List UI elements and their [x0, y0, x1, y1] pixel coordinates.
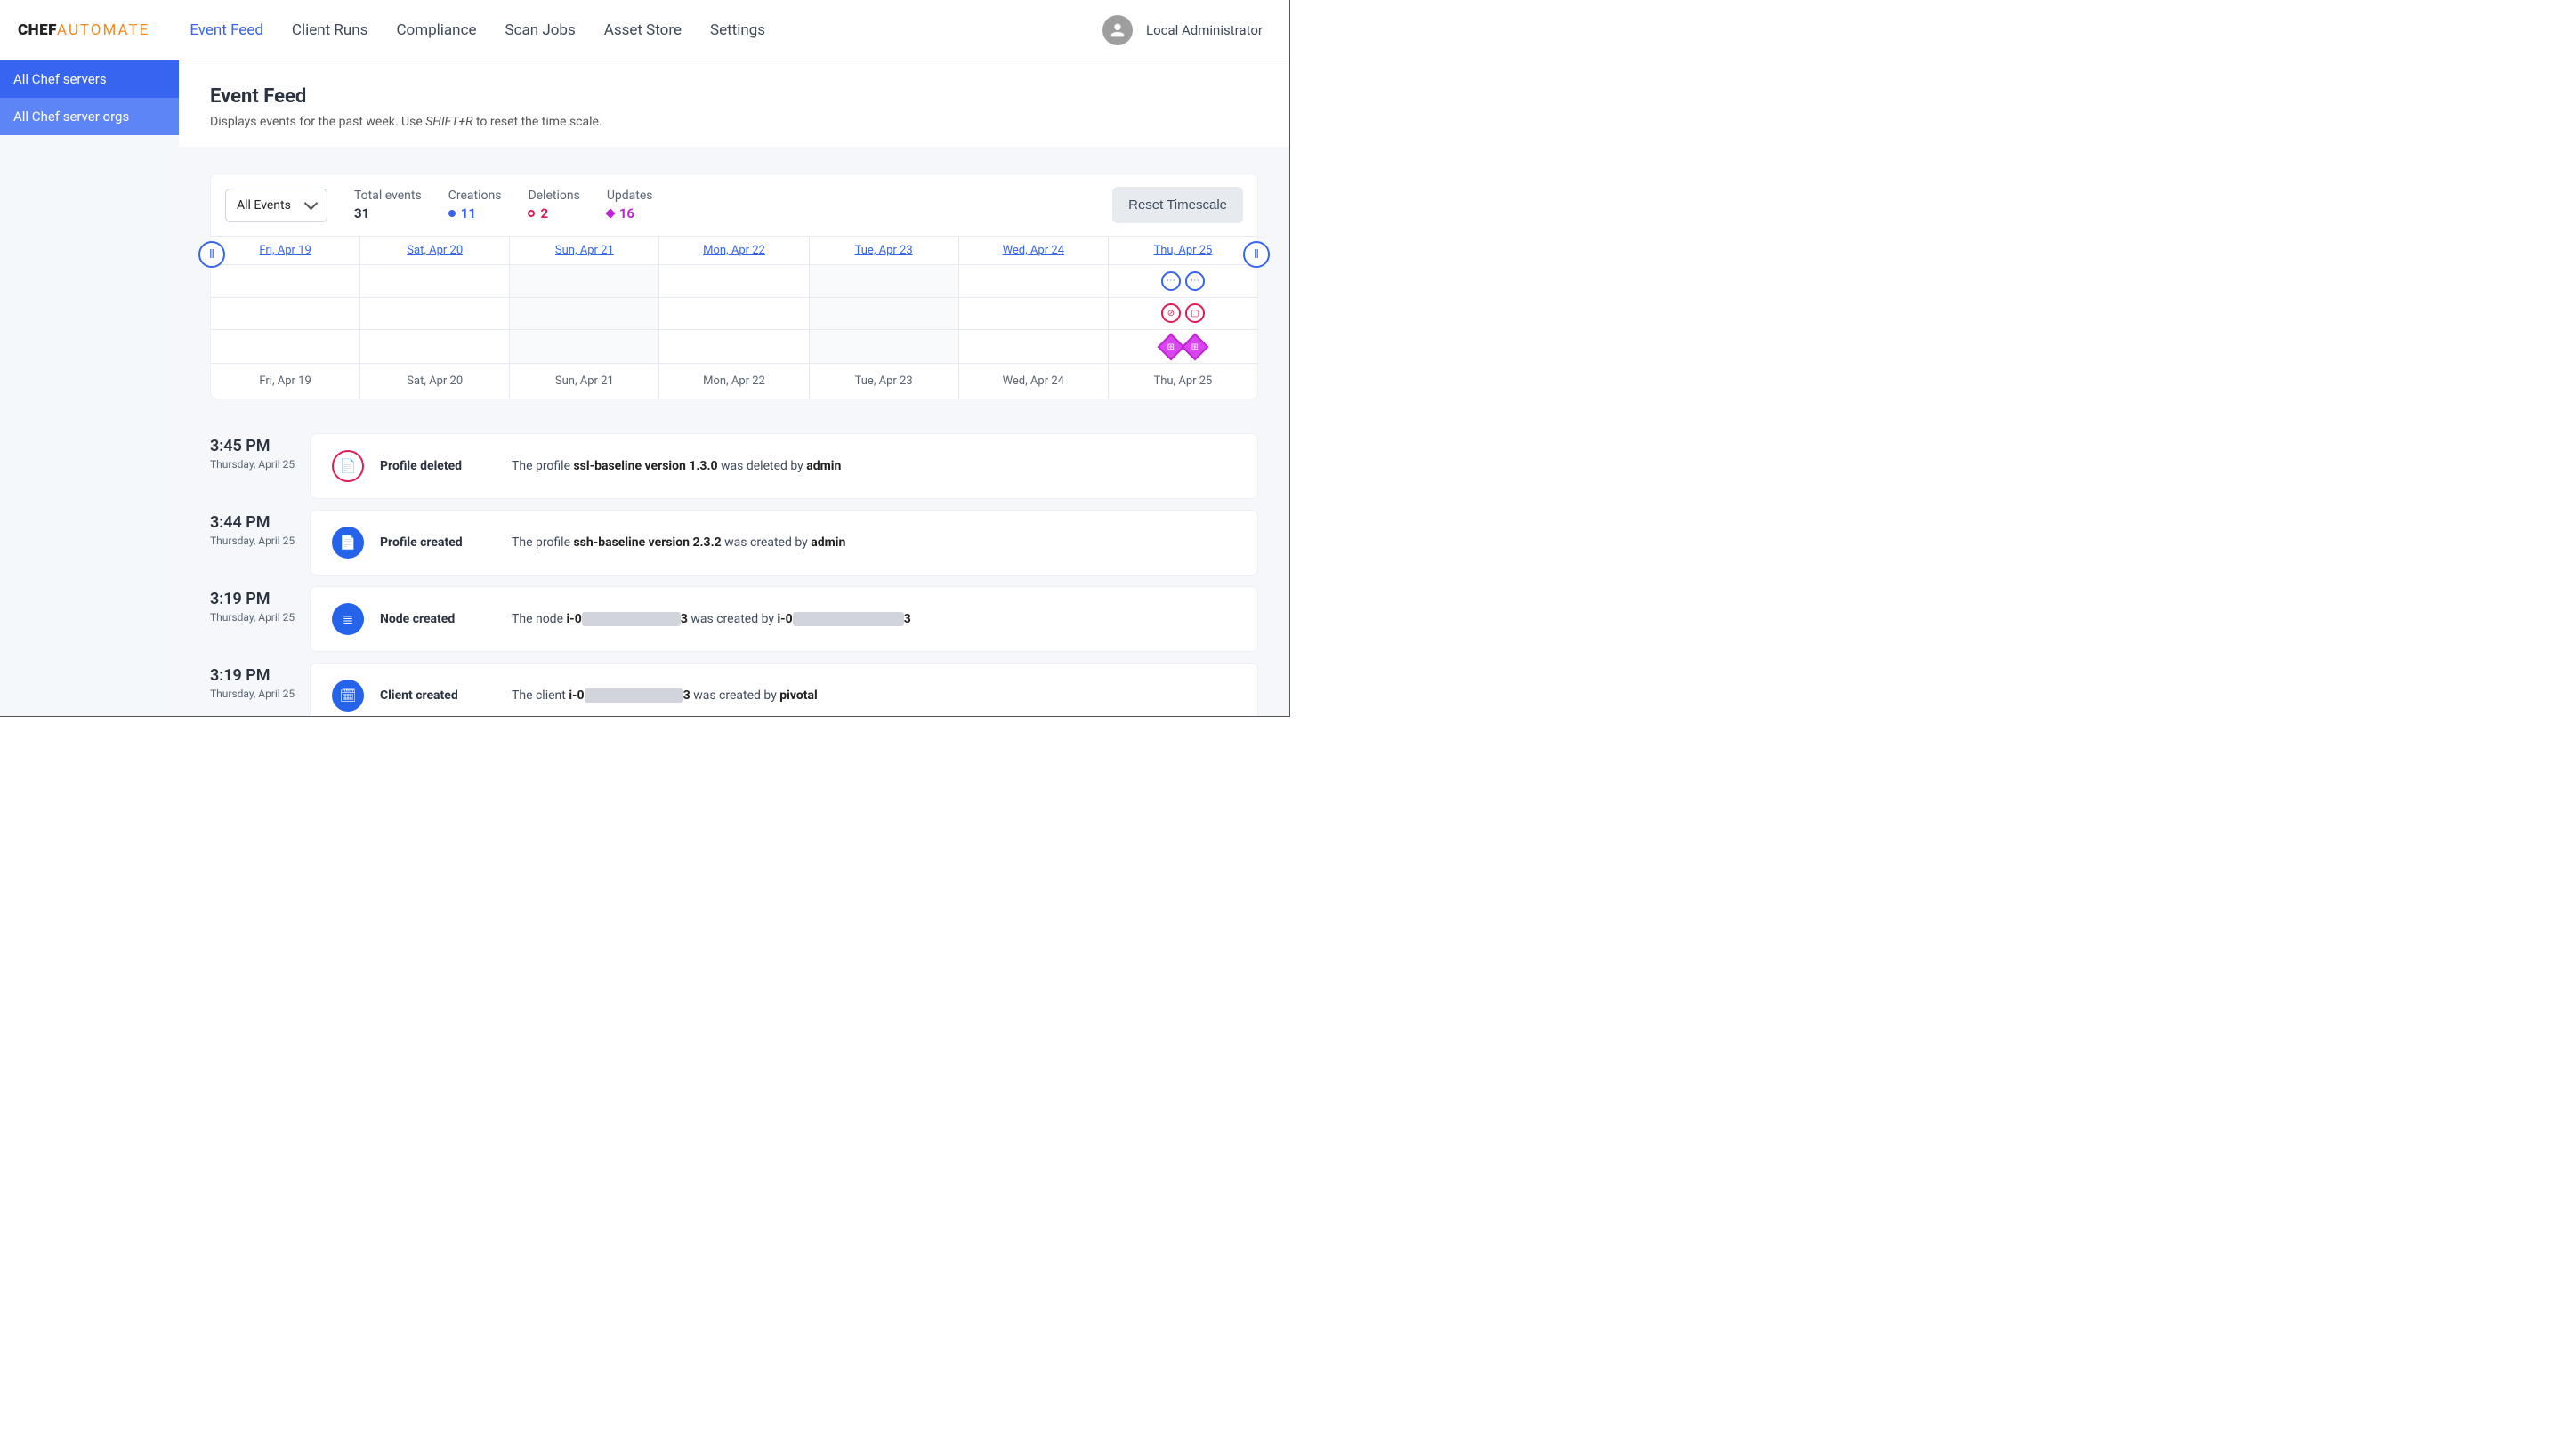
redacted-text: xxxxxxxxxxxxxxxx — [582, 612, 681, 626]
event-description: The node i-0xxxxxxxxxxxxxxxx3 was create… — [512, 612, 911, 626]
deletion-event-icon[interactable]: ⊘ — [1161, 303, 1181, 323]
event-date: Thursday, April 25 — [210, 457, 299, 472]
sidebar: All Chef servers All Chef server orgs — [0, 60, 179, 716]
timeline-day-header[interactable]: Tue, Apr 23 — [810, 237, 959, 264]
nav-asset-store[interactable]: Asset Store — [604, 21, 682, 39]
event-time: 3:44 PM — [210, 513, 299, 532]
event-date: Thursday, April 25 — [210, 687, 299, 702]
event-type-icon: 📄 — [332, 527, 364, 559]
feed-row: 3:19 PM Thursday, April 25 ≣ Node created Th… — [210, 586, 1258, 652]
total-events-value: 31 — [354, 205, 369, 221]
event-description: The client i-0xxxxxxxxxxxxxxxx3 was crea… — [512, 688, 818, 703]
timeline-footer: Fri, Apr 19 Sat, Apr 20 Sun, Apr 21 Mon,… — [211, 363, 1257, 399]
timeline-body: ⋯ ⋯ ⊘ ▢ ⊞ ⊞ — [211, 265, 1257, 363]
filter-dropdown[interactable]: All Events — [225, 189, 327, 222]
nav-settings[interactable]: Settings — [710, 21, 765, 39]
event-type-icon: 🗓 — [332, 680, 364, 712]
nav-scan-jobs[interactable]: Scan Jobs — [505, 21, 575, 39]
deletions-value: 2 — [540, 205, 548, 221]
total-events-label: Total events — [354, 189, 422, 203]
updates-label: Updates — [607, 189, 653, 203]
deletions-dot-icon — [528, 210, 535, 217]
feed-row: 3:19 PM Thursday, April 25 🗓 Client created… — [210, 663, 1258, 716]
nav-links: Event Feed Client Runs Compliance Scan J… — [190, 21, 765, 39]
deletion-event-icon[interactable]: ▢ — [1185, 303, 1205, 323]
slider-icon: ⦀ — [209, 248, 214, 262]
page-description: Displays events for the past week. Use S… — [210, 115, 1258, 129]
redacted-text: xxxxxxxxxxxxxxxx — [585, 688, 683, 703]
event-type-icon: 📄 — [332, 450, 364, 482]
creation-event-icon[interactable]: ⋯ — [1185, 271, 1205, 291]
timeline-day-footer: Tue, Apr 23 — [810, 364, 959, 399]
creations-label: Creations — [448, 189, 502, 203]
user-avatar-icon[interactable] — [1102, 15, 1133, 45]
updates-value: 16 — [619, 205, 634, 221]
event-description: The profile ssl-baseline version 1.3.0 w… — [512, 459, 841, 473]
event-title: Client created — [380, 688, 496, 703]
nav-compliance[interactable]: Compliance — [396, 21, 476, 39]
redacted-text: xxxxxxxxxxxxxxxxxx — [793, 612, 904, 626]
timeline-day-header[interactable]: Thu, Apr 25 — [1109, 237, 1257, 264]
event-description: The profile ssh-baseline version 2.3.2 w… — [512, 535, 845, 550]
logo: CHEFAUTOMATE — [18, 21, 149, 39]
timeline-day-header[interactable]: Fri, Apr 19 — [211, 237, 360, 264]
timeline-day-footer: Wed, Apr 24 — [959, 364, 1109, 399]
timeline-day-header[interactable]: Sat, Apr 20 — [360, 237, 510, 264]
timeline-day-footer: Thu, Apr 25 — [1109, 364, 1257, 399]
username-label: Local Administrator — [1146, 22, 1263, 38]
top-nav: CHEFAUTOMATE Event Feed Client Runs Comp… — [0, 0, 1289, 60]
page-title: Event Feed — [210, 85, 1258, 108]
creations-value: 11 — [461, 205, 476, 221]
event-card[interactable]: 📄 Profile deleted The profile ssl-baseline… — [310, 433, 1258, 499]
event-date: Thursday, April 25 — [210, 534, 299, 549]
event-date: Thursday, April 25 — [210, 610, 299, 625]
event-feed-list: 3:45 PM Thursday, April 25 📄 Profile delete… — [210, 433, 1258, 716]
event-card[interactable]: 🗓 Client created The client i-0xxxxxxxxxxx… — [310, 663, 1258, 716]
timeline-day-footer: Sat, Apr 20 — [360, 364, 510, 399]
nav-event-feed[interactable]: Event Feed — [190, 21, 263, 39]
deletions-label: Deletions — [528, 189, 579, 203]
timeline-day-footer: Mon, Apr 22 — [659, 364, 809, 399]
timeline-header: Fri, Apr 19 Sat, Apr 20 Sun, Apr 21 Mon,… — [211, 236, 1257, 265]
nav-client-runs[interactable]: Client Runs — [292, 21, 368, 39]
main-content: Event Feed Displays events for the past … — [179, 60, 1289, 716]
feed-row: 3:44 PM Thursday, April 25 📄 Profile create… — [210, 510, 1258, 576]
event-title: Profile created — [380, 535, 496, 550]
filter-label: All Events — [237, 198, 291, 213]
sidebar-item-all-orgs[interactable]: All Chef server orgs — [0, 98, 179, 135]
update-event-icon[interactable]: ⊞ — [1181, 333, 1208, 360]
creation-event-icon[interactable]: ⋯ — [1161, 271, 1181, 291]
timeline-day-footer: Fri, Apr 19 — [211, 364, 360, 399]
timeline-card: All Events Total events 31 Creations 11 … — [210, 173, 1258, 399]
timeline-day-header[interactable]: Sun, Apr 21 — [510, 237, 659, 264]
slider-icon: ⦀ — [1254, 248, 1259, 262]
event-title: Node created — [380, 612, 496, 626]
sidebar-item-all-servers[interactable]: All Chef servers — [0, 60, 179, 98]
timeline-handle-left[interactable]: ⦀ — [198, 241, 225, 268]
event-card[interactable]: ≣ Node created The node i-0xxxxxxxxxxxxxxx… — [310, 586, 1258, 652]
event-time: 3:45 PM — [210, 437, 299, 455]
timeline-handle-right[interactable]: ⦀ — [1243, 241, 1270, 268]
event-card[interactable]: 📄 Profile created The profile ssh-baseline… — [310, 510, 1258, 576]
updates-dot-icon — [605, 208, 615, 218]
timeline-day-footer: Sun, Apr 21 — [510, 364, 659, 399]
creations-dot-icon — [448, 210, 456, 217]
event-time: 3:19 PM — [210, 590, 299, 608]
feed-row: 3:45 PM Thursday, April 25 📄 Profile delete… — [210, 433, 1258, 499]
event-type-icon: ≣ — [332, 603, 364, 635]
timeline-day-header[interactable]: Wed, Apr 24 — [959, 237, 1109, 264]
reset-timescale-button[interactable]: Reset Timescale — [1112, 187, 1243, 223]
timeline-day-header[interactable]: Mon, Apr 22 — [659, 237, 809, 264]
event-title: Profile deleted — [380, 459, 496, 473]
event-time: 3:19 PM — [210, 666, 299, 685]
chevron-down-icon — [304, 197, 319, 211]
